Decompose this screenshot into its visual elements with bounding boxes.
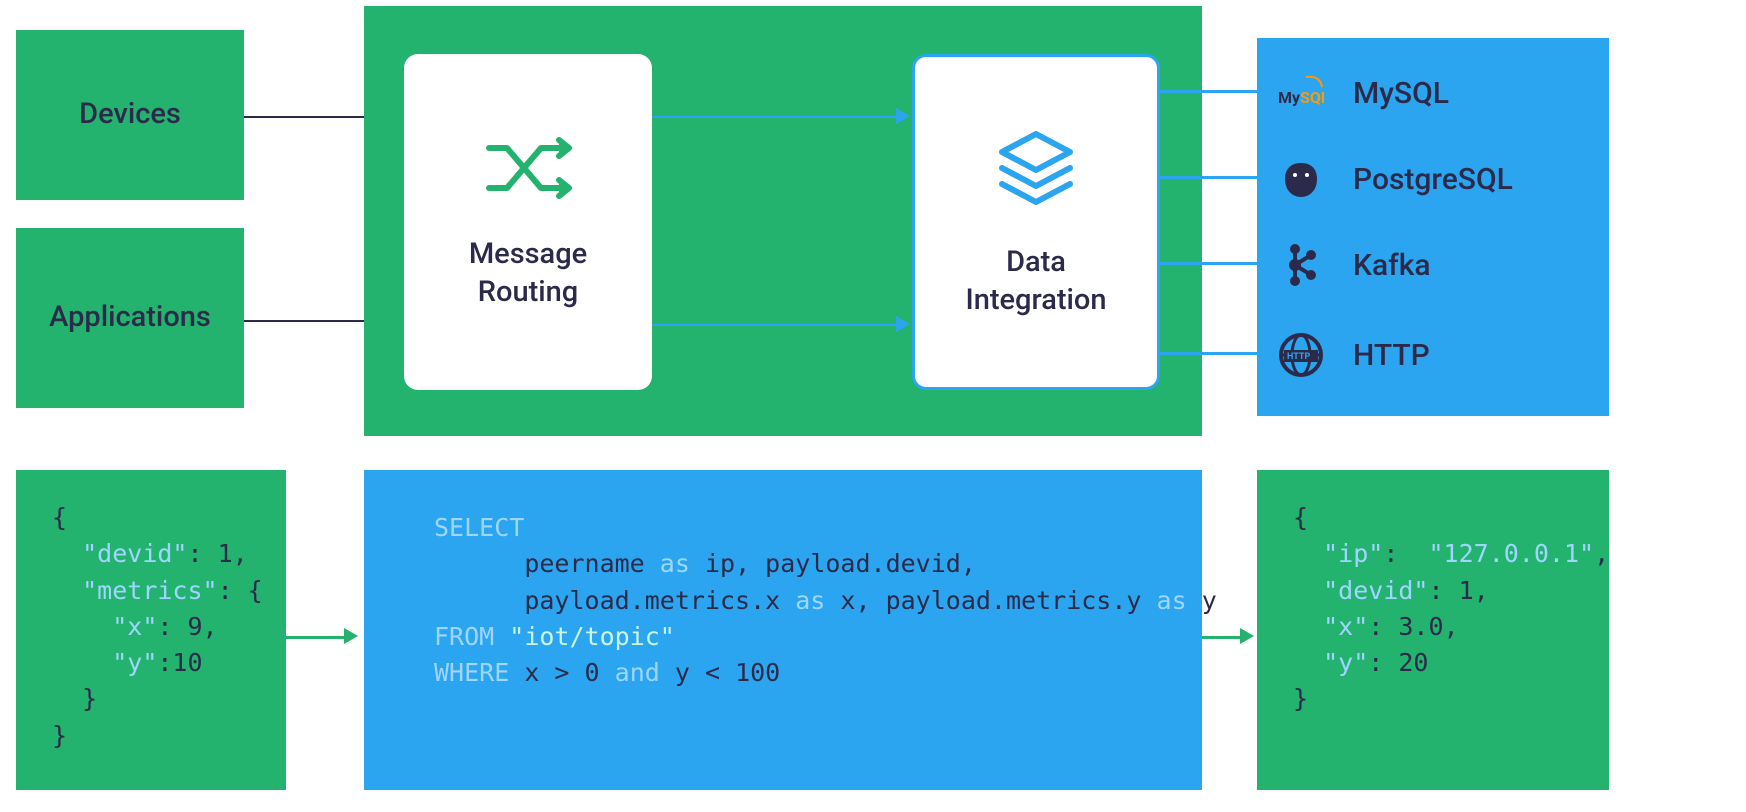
destination-kafka-label: Kafka <box>1353 248 1431 283</box>
shuffle-icon <box>483 132 573 208</box>
message-routing-label: Message Routing <box>469 236 587 311</box>
arrow-head-top <box>896 108 910 124</box>
arrow-sql-to-output <box>1202 636 1242 639</box>
sql-panel: SELECT peername as ip, payload.devid, pa… <box>364 470 1202 790</box>
http-icon: HTTP <box>1277 331 1325 379</box>
layers-icon <box>992 124 1080 216</box>
arrow-routing-to-integration-top <box>652 116 896 118</box>
connector-applications-to-hub <box>244 320 364 322</box>
arrow-head-bottom <box>896 316 910 332</box>
destination-postgresql: PostgreSQL <box>1277 154 1577 204</box>
blue-stub-2 <box>1160 176 1257 179</box>
arrow-head-output <box>1240 628 1254 644</box>
sql-code: SELECT peername as ip, payload.devid, pa… <box>434 510 1132 691</box>
destination-kafka: Kafka <box>1277 240 1577 290</box>
input-json-panel: { "devid": 1, "metrics": { "x": 9, "y":1… <box>16 470 286 790</box>
data-integration-label: Data Integration <box>965 244 1106 319</box>
mysql-icon: My SQL <box>1277 69 1325 117</box>
svg-text:HTTP: HTTP <box>1287 352 1310 362</box>
destination-http: HTTP HTTP <box>1277 330 1577 380</box>
blue-stub-4 <box>1160 352 1257 355</box>
message-routing-card: Message Routing <box>404 54 652 390</box>
input-json: { "devid": 1, "metrics": { "x": 9, "y":1… <box>52 500 250 754</box>
svg-text:SQL: SQL <box>1300 88 1324 107</box>
output-json-panel: { "ip": "127.0.0.1", "devid": 1, "x": 3.… <box>1257 470 1609 790</box>
destination-postgresql-label: PostgreSQL <box>1353 162 1513 197</box>
source-devices-label: Devices <box>79 96 181 134</box>
arrow-input-to-sql <box>286 636 346 639</box>
destination-mysql-label: MySQL <box>1353 76 1449 111</box>
destination-http-label: HTTP <box>1353 338 1430 373</box>
source-devices: Devices <box>16 30 244 200</box>
arrow-head-input <box>344 628 358 644</box>
blue-stub-3 <box>1160 262 1257 265</box>
connector-devices-to-hub <box>244 116 364 118</box>
kafka-icon <box>1277 241 1325 289</box>
source-applications: Applications <box>16 228 244 408</box>
source-applications-label: Applications <box>49 299 211 337</box>
svg-text:My: My <box>1278 88 1301 107</box>
postgresql-icon <box>1277 155 1325 203</box>
output-json: { "ip": "127.0.0.1", "devid": 1, "x": 3.… <box>1293 500 1573 718</box>
destination-mysql: My SQL MySQL <box>1277 68 1577 118</box>
data-integration-card: Data Integration <box>912 54 1160 390</box>
arrow-routing-to-integration-bottom <box>652 324 896 326</box>
blue-stub-1 <box>1160 90 1257 93</box>
